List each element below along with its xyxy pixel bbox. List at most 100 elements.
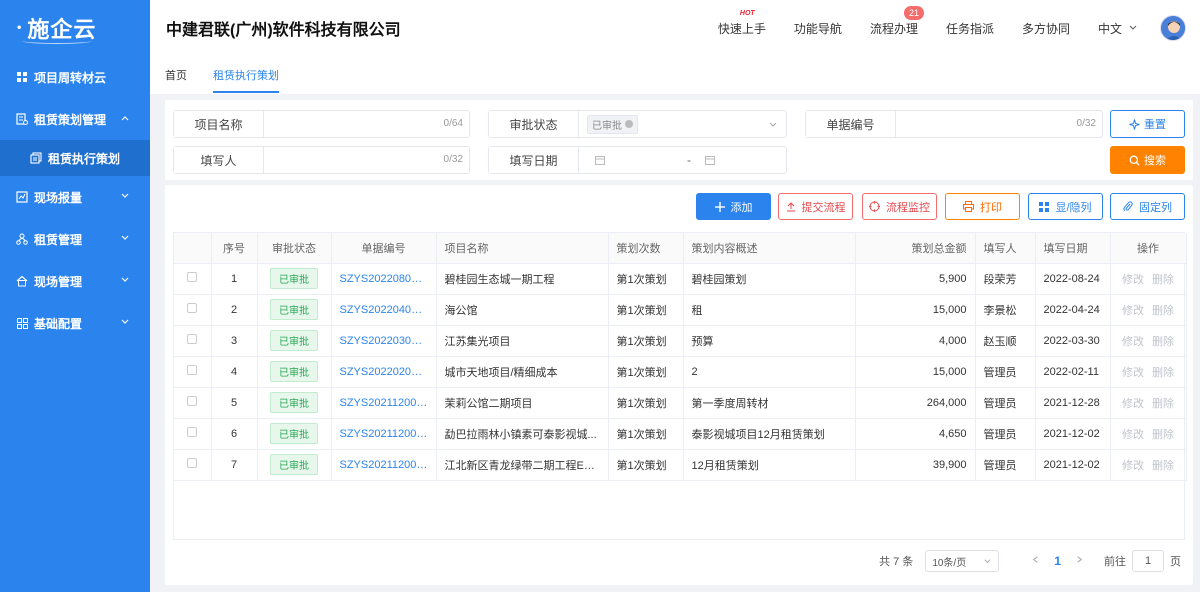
table-row[interactable]: 1 已审批 SZYS2022080009 碧桂园生态城一期工程 第1次策划 碧桂…	[174, 263, 1187, 295]
submit-process-button[interactable]: 提交流程	[778, 193, 853, 220]
status-cell: 已审批	[257, 263, 332, 295]
table-row[interactable]: 3 已审批 SZYS2022030006 江苏集光项目 第1次策划 预算 4,0…	[174, 325, 1187, 357]
row-number: 2	[211, 294, 258, 326]
row-checkbox[interactable]	[187, 272, 198, 282]
delete-button[interactable]: 删除	[1152, 336, 1174, 348]
calendar-icon	[705, 156, 715, 165]
sidebar-item-site-management[interactable]: 现场管理	[0, 260, 150, 302]
edit-button[interactable]: 修改	[1122, 460, 1144, 472]
header-checkbox	[174, 233, 212, 264]
doc-number-link[interactable]: SZYS2022020004	[331, 356, 437, 388]
doc-number-link[interactable]: SZYS2021120002	[331, 418, 437, 450]
table-row[interactable]: 5 已审批 SZYS2021120003 茉莉公馆二期项目 第1次策划 第一季度…	[174, 387, 1187, 419]
row-number: 4	[211, 356, 258, 388]
prev-page-button[interactable]	[1031, 555, 1040, 567]
fill-date-label: 填写日期	[489, 147, 579, 173]
goto-page-input[interactable]: 1	[1132, 550, 1164, 572]
row-checkbox[interactable]	[187, 458, 198, 468]
doc-number-link[interactable]: SZYS2021120003	[331, 387, 437, 419]
doc-number-link[interactable]: SZYS2022030006	[331, 325, 437, 357]
row-checkbox[interactable]	[187, 365, 198, 375]
chevron-down-icon	[769, 122, 777, 127]
status-badge: 已审批	[270, 268, 318, 289]
nav-function-guide[interactable]: 功能导航	[794, 20, 842, 37]
table-row[interactable]: 4 已审批 SZYS2022020004 城市天地项目/精细成本 第1次策划 2…	[174, 356, 1187, 388]
nav-process-handling[interactable]: 21 流程办理	[869, 5, 924, 37]
amount-cell: 264,000	[855, 387, 976, 419]
filler-cell: 管理员	[975, 449, 1036, 481]
filler-cell: 管理员	[975, 418, 1036, 450]
delete-button[interactable]: 删除	[1152, 274, 1174, 286]
sidebar: • 施企云 项目周转材云 租赁策划管理 租赁执行策划 现场报量 租赁管理 现场管…	[0, 0, 150, 592]
row-checkbox[interactable]	[187, 396, 198, 406]
sidebar-item-project-turnover[interactable]: 项目周转材云	[0, 56, 150, 98]
tag-close-icon[interactable]	[625, 120, 633, 128]
nav-quick-start[interactable]: HOT 快速上手	[718, 10, 766, 37]
nav-label: 流程办理	[869, 21, 918, 36]
table-row[interactable]: 7 已审批 SZYS2021120001 江北新区青龙绿带二期工程EPC... …	[174, 449, 1187, 481]
edit-button[interactable]: 修改	[1122, 274, 1144, 286]
edit-button[interactable]: 修改	[1122, 429, 1144, 441]
fixed-columns-button[interactable]: 固定列	[1110, 193, 1185, 220]
user-avatar[interactable]	[1160, 15, 1186, 41]
project-name-input[interactable]: 0/64	[264, 111, 469, 137]
monitor-label: 流程监控	[886, 201, 930, 214]
print-button[interactable]: 打印	[945, 193, 1020, 220]
approval-status-select[interactable]: 已审批	[579, 111, 786, 137]
reset-button[interactable]: 重置	[1110, 110, 1185, 138]
page-size-select[interactable]: 10条/页	[925, 550, 1000, 572]
add-button[interactable]: 添加	[696, 193, 771, 220]
doc-no-input[interactable]: 0/32	[896, 111, 1102, 137]
tab-home[interactable]: 首页	[165, 56, 187, 94]
nav-collaboration[interactable]: 多方协同	[1022, 20, 1070, 37]
plan-times-cell: 第1次策划	[608, 263, 684, 295]
doc-number-link[interactable]: SZYS2022080009	[331, 263, 437, 295]
delete-button[interactable]: 删除	[1152, 429, 1174, 441]
edit-button[interactable]: 修改	[1122, 336, 1144, 348]
next-page-button[interactable]	[1075, 555, 1084, 567]
delete-button[interactable]: 删除	[1152, 305, 1174, 317]
search-button[interactable]: 搜索	[1110, 146, 1185, 174]
chevron-down-icon	[121, 235, 129, 240]
project-name-label: 项目名称	[174, 111, 264, 137]
home-icon	[16, 275, 28, 287]
filler-field: 填写人 0/32	[173, 146, 470, 174]
row-checkbox[interactable]	[187, 334, 198, 344]
tab-lease-execution[interactable]: 租赁执行策划	[213, 56, 279, 94]
top-header: 中建君联(广州)软件科技有限公司 HOT 快速上手 功能导航 21 流程办理 任务指…	[150, 0, 1200, 56]
toggle-columns-button[interactable]: 显/隐列	[1028, 193, 1103, 220]
filler-input[interactable]: 0/32	[264, 147, 469, 173]
language-select[interactable]: 中文	[1098, 20, 1138, 37]
edit-button[interactable]: 修改	[1122, 367, 1144, 379]
row-checkbox[interactable]	[187, 303, 198, 313]
sidebar-item-lease-management[interactable]: 租赁管理	[0, 218, 150, 260]
table-row[interactable]: 6 已审批 SZYS2021120002 勐巴拉雨林小镇素可泰影视城... 第1…	[174, 418, 1187, 450]
sidebar-item-lease-execution[interactable]: 租赁执行策划	[0, 140, 150, 176]
plan-times-cell: 第1次策划	[608, 325, 684, 357]
doc-no-field: 单据编号 0/32	[805, 110, 1103, 138]
page-number-current[interactable]: 1	[1054, 554, 1061, 568]
date-cell: 2022-03-30	[1035, 325, 1111, 357]
sidebar-item-site-report[interactable]: 现场报量	[0, 176, 150, 218]
date-range-picker[interactable]: -	[579, 147, 786, 173]
edit-button[interactable]: 修改	[1122, 398, 1144, 410]
doc-number-link[interactable]: SZYS2022040007	[331, 294, 437, 326]
delete-button[interactable]: 删除	[1152, 460, 1174, 472]
project-name-cell: 江苏集光项目	[436, 325, 609, 357]
column-header: 审批状态	[257, 233, 332, 264]
sidebar-item-lease-planning[interactable]: 租赁策划管理	[0, 98, 150, 140]
row-number: 6	[211, 418, 258, 450]
sidebar-nav: 项目周转材云 租赁策划管理 租赁执行策划 现场报量 租赁管理 现场管理 基础配置	[0, 56, 150, 344]
logo[interactable]: • 施企云	[0, 0, 150, 56]
nav-task-assign[interactable]: 任务指派	[946, 20, 994, 37]
edit-button[interactable]: 修改	[1122, 305, 1144, 317]
row-checkbox[interactable]	[187, 427, 198, 437]
process-monitor-button[interactable]: 流程监控	[862, 193, 937, 220]
sidebar-item-base-config[interactable]: 基础配置	[0, 302, 150, 344]
delete-button[interactable]: 删除	[1152, 367, 1174, 379]
doc-number-link[interactable]: SZYS2021120001	[331, 449, 437, 481]
status-badge: 已审批	[270, 330, 318, 351]
table-row[interactable]: 2 已审批 SZYS2022040007 海公馆 第1次策划 租 15,000 …	[174, 294, 1187, 326]
total-count: 共 7 条	[879, 556, 914, 568]
delete-button[interactable]: 删除	[1152, 398, 1174, 410]
